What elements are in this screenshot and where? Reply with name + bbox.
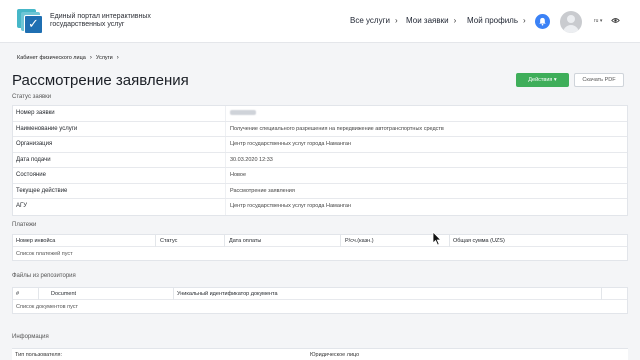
status-row-service: Наименование услуги Получение специальног… (13, 121, 627, 137)
status-section-label: Статус заявки (12, 94, 52, 100)
column-header[interactable]: # (16, 291, 19, 297)
actions-dropdown-button[interactable]: Действия ▾ (516, 73, 569, 87)
accessibility-eye-icon[interactable] (611, 17, 620, 26)
files-table: # Document Уникальный идентификатор доку… (12, 287, 628, 314)
user-type-value: Юридическое лицо (310, 352, 360, 358)
status-table: Номер заявки Наименование услуги Получени… (12, 105, 628, 216)
chevron-right-icon: › (89, 55, 92, 61)
user-type-label: Тип пользователя: (15, 352, 63, 358)
top-navbar: ✓ Единый портал интерактивных государств… (0, 0, 640, 43)
check-icon: ✓ (28, 16, 39, 31)
notifications-bell-icon[interactable] (535, 14, 550, 29)
column-header[interactable]: Статус (160, 238, 177, 244)
language-switcher[interactable]: ru ▾ (594, 18, 602, 24)
nav-all-services[interactable]: Все услуги › (350, 16, 398, 25)
chevron-right-icon: › (453, 16, 457, 25)
breadcrumb: Кабинет физического лица › Услуги › (17, 55, 123, 61)
files-empty-row: Список документов пуст (16, 304, 79, 310)
payments-empty-row: Список платежей пуст (16, 251, 73, 257)
column-header[interactable]: Document (51, 291, 76, 297)
payments-section-label: Платежи (12, 222, 37, 228)
breadcrumb-item-cabinet[interactable]: Кабинет физического лица (17, 55, 86, 61)
page-title: Рассмотрение заявления (12, 72, 189, 89)
chevron-right-icon: › (523, 16, 526, 25)
column-header[interactable]: Дата оплаты (229, 238, 261, 244)
column-header[interactable]: Номер инвойса (16, 238, 55, 244)
column-header[interactable]: Р/сч.(казн.) (345, 238, 374, 244)
chevron-right-icon: › (116, 55, 119, 61)
portal-logo[interactable]: ✓ (17, 9, 43, 34)
download-pdf-button[interactable]: Скачать PDF (574, 73, 624, 87)
column-header[interactable]: Уникальный идентификатор документа (177, 291, 278, 297)
files-section-label: Файлы из репозитория (12, 273, 76, 279)
user-avatar[interactable] (560, 11, 582, 33)
files-table-header: # Document Уникальный идентификатор доку… (13, 288, 627, 300)
payments-table-header: Номер инвойса Статус Дата оплаты Р/сч.(к… (13, 235, 627, 247)
chevron-right-icon: › (394, 16, 398, 25)
nav-my-applications[interactable]: Мои заявки › (406, 16, 456, 25)
status-row-current-action: Текущее действие Рассмотрение заявления (13, 183, 627, 199)
status-row-agu: АГУ Центр государственных услуг города На… (13, 199, 627, 215)
column-header[interactable]: Общая сумма (UZS) (453, 238, 505, 244)
payments-table: Номер инвойса Статус Дата оплаты Р/сч.(к… (12, 234, 628, 261)
info-user-type-row: Тип пользователя: Юридическое лицо (12, 348, 628, 360)
status-row-number: Номер заявки (13, 106, 627, 122)
mouse-pointer-icon (432, 231, 442, 248)
info-section-label: Информация (12, 334, 49, 340)
nav-my-profile[interactable]: Мой профиль › (467, 16, 526, 25)
application-number-redacted (230, 110, 256, 117)
status-row-state: Состояние Новое (13, 168, 627, 184)
breadcrumb-item-services[interactable]: Услуги (96, 55, 113, 61)
status-row-date: Дата подачи 30.03.2020 12:33 (13, 152, 627, 168)
status-row-organization: Организация Центр государственных услуг г… (13, 137, 627, 153)
portal-brand-name[interactable]: Единый портал интерактивных государствен… (50, 13, 175, 29)
